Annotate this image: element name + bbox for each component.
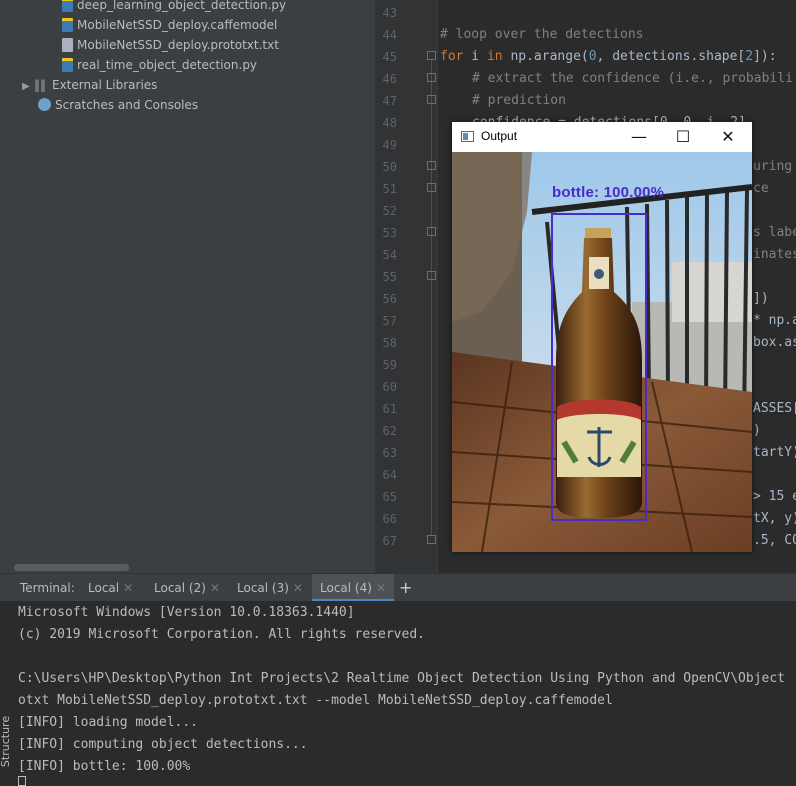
line-number: 58 bbox=[382, 336, 397, 350]
code-line-44: # loop over the detections bbox=[440, 27, 644, 42]
code-line-61: ASSES[ bbox=[753, 401, 796, 416]
fold-marker-icon[interactable] bbox=[427, 161, 436, 170]
close-tab-icon[interactable]: ✕ bbox=[210, 581, 220, 595]
line-number: 49 bbox=[382, 138, 397, 152]
fold-marker-icon[interactable] bbox=[427, 73, 436, 82]
new-terminal-tab-button[interactable]: + bbox=[399, 574, 412, 602]
window-app-icon bbox=[461, 131, 474, 142]
text-file-icon bbox=[62, 37, 73, 52]
code-line-47: # prediction bbox=[472, 93, 566, 108]
terminal-line: [INFO] computing object detections... bbox=[18, 737, 308, 752]
fold-marker-icon[interactable] bbox=[427, 183, 436, 192]
terminal-output[interactable]: Microsoft Windows [Version 10.0.18363.14… bbox=[0, 601, 796, 786]
terminal-line: C:\Users\HP\Desktop\Python Int Projects\… bbox=[18, 671, 786, 686]
line-number: 53 bbox=[382, 226, 397, 240]
code-line-50: uring bbox=[753, 159, 793, 174]
fold-marker-icon[interactable] bbox=[427, 51, 436, 60]
scratches-icon bbox=[38, 98, 51, 111]
line-number: 67 bbox=[382, 534, 397, 548]
line-number: 63 bbox=[382, 446, 397, 460]
line-number: 47 bbox=[382, 94, 397, 108]
code-line-65: > 15 e bbox=[753, 489, 796, 504]
tree-item-prototxt[interactable]: MobileNetSSD_deploy.prototxt.txt bbox=[62, 35, 279, 55]
line-number: 56 bbox=[382, 292, 397, 306]
structure-tool-tab[interactable]: Structure bbox=[0, 716, 12, 767]
code-line-58: box.as bbox=[753, 335, 796, 350]
library-icon: ‖‖ bbox=[34, 77, 46, 92]
code-line-54: inates bbox=[753, 247, 796, 262]
line-number: 50 bbox=[382, 160, 397, 174]
code-line-67: .5, CO bbox=[753, 533, 796, 548]
line-number: 57 bbox=[382, 314, 397, 328]
line-number: 43 bbox=[382, 6, 397, 20]
close-tab-icon[interactable]: ✕ bbox=[123, 581, 133, 595]
line-number: 48 bbox=[382, 116, 397, 130]
detection-bounding-box bbox=[551, 213, 647, 521]
line-number: 54 bbox=[382, 248, 397, 262]
line-number: 59 bbox=[382, 358, 397, 372]
line-number: 65 bbox=[382, 490, 397, 504]
code-line-51: ce bbox=[753, 181, 769, 196]
minimize-button[interactable]: — bbox=[627, 126, 651, 148]
close-tab-icon[interactable]: ✕ bbox=[293, 581, 303, 595]
code-line-53: s labe bbox=[753, 225, 796, 240]
line-number: 66 bbox=[382, 512, 397, 526]
line-number-gutter: 43 44 45 46 47 48 49 50 51 52 53 54 55 5… bbox=[375, 0, 438, 573]
terminal-label: Terminal: bbox=[20, 581, 75, 595]
line-number: 55 bbox=[382, 270, 397, 284]
code-line-45: for i in np.arange(0, detections.shape[2… bbox=[440, 49, 777, 64]
line-number: 62 bbox=[382, 424, 397, 438]
tree-item-deep-learning-py[interactable]: deep_learning_object_detection.py bbox=[62, 0, 286, 15]
terminal-line: [INFO] bottle: 100.00% bbox=[18, 759, 191, 774]
python-file-icon bbox=[62, 57, 73, 72]
code-line-62: ) bbox=[753, 423, 761, 438]
line-number: 60 bbox=[382, 380, 397, 394]
code-line-46: # extract the confidence (i.e., probabil… bbox=[472, 71, 793, 86]
output-window[interactable]: Output — ☐ ✕ bottle: 100.00% bbox=[452, 122, 752, 552]
detection-image: bottle: 100.00% bbox=[452, 152, 752, 552]
code-line-56: ]) bbox=[753, 291, 769, 306]
output-title-bar[interactable]: Output — ☐ ✕ bbox=[452, 122, 752, 152]
terminal-line: otxt MobileNetSSD_deploy.prototxt.txt --… bbox=[18, 693, 613, 708]
tab-local-3[interactable]: Local (3) ✕ bbox=[231, 574, 309, 602]
fold-marker-icon[interactable] bbox=[427, 227, 436, 236]
tree-item-external-libraries[interactable]: ▶ ‖‖ External Libraries bbox=[22, 75, 157, 95]
output-window-title: Output bbox=[481, 129, 518, 143]
terminal-line: Microsoft Windows [Version 10.0.18363.14… bbox=[18, 605, 355, 620]
terminal-cursor bbox=[18, 776, 26, 786]
line-number: 52 bbox=[382, 204, 397, 218]
fold-marker-icon[interactable] bbox=[427, 95, 436, 104]
terminal-line: (c) 2019 Microsoft Corporation. All righ… bbox=[18, 627, 425, 642]
fold-guide bbox=[431, 60, 432, 535]
detection-label: bottle: 100.00% bbox=[552, 184, 665, 201]
tab-local-4[interactable]: Local (4) ✕ bbox=[312, 574, 394, 602]
fold-marker-icon[interactable] bbox=[427, 535, 436, 544]
line-number: 64 bbox=[382, 468, 397, 482]
horizontal-scrollbar[interactable] bbox=[14, 564, 129, 571]
python-file-icon bbox=[62, 0, 73, 12]
line-number: 45 bbox=[382, 50, 397, 64]
tab-local[interactable]: Local ✕ bbox=[82, 574, 139, 602]
line-number: 44 bbox=[382, 28, 397, 42]
line-number: 46 bbox=[382, 72, 397, 86]
terminal-tab-bar: Terminal: Local ✕ Local (2) ✕ Local (3) ✕ L… bbox=[0, 573, 796, 602]
maximize-button[interactable]: ☐ bbox=[671, 126, 695, 148]
code-line-63: tartY) bbox=[753, 445, 796, 460]
close-button[interactable]: ✕ bbox=[716, 126, 740, 148]
tab-local-2[interactable]: Local (2) ✕ bbox=[148, 574, 226, 602]
code-line-66: tX, y) bbox=[753, 511, 796, 526]
line-number: 51 bbox=[382, 182, 397, 196]
python-file-icon bbox=[62, 17, 73, 32]
tree-item-real-time-py[interactable]: real_time_object_detection.py bbox=[62, 55, 257, 75]
fold-marker-icon[interactable] bbox=[427, 271, 436, 280]
tree-item-scratches[interactable]: Scratches and Consoles bbox=[38, 95, 198, 115]
terminal-line: [INFO] loading model... bbox=[18, 715, 199, 730]
project-tool-window: deep_learning_object_detection.py Mobile… bbox=[0, 0, 375, 573]
code-line-57: * np.a bbox=[753, 313, 796, 328]
line-number: 61 bbox=[382, 402, 397, 416]
chevron-right-icon[interactable]: ▶ bbox=[22, 77, 34, 97]
tree-item-caffemodel[interactable]: MobileNetSSD_deploy.caffemodel bbox=[62, 15, 277, 35]
close-tab-icon[interactable]: ✕ bbox=[376, 581, 386, 595]
